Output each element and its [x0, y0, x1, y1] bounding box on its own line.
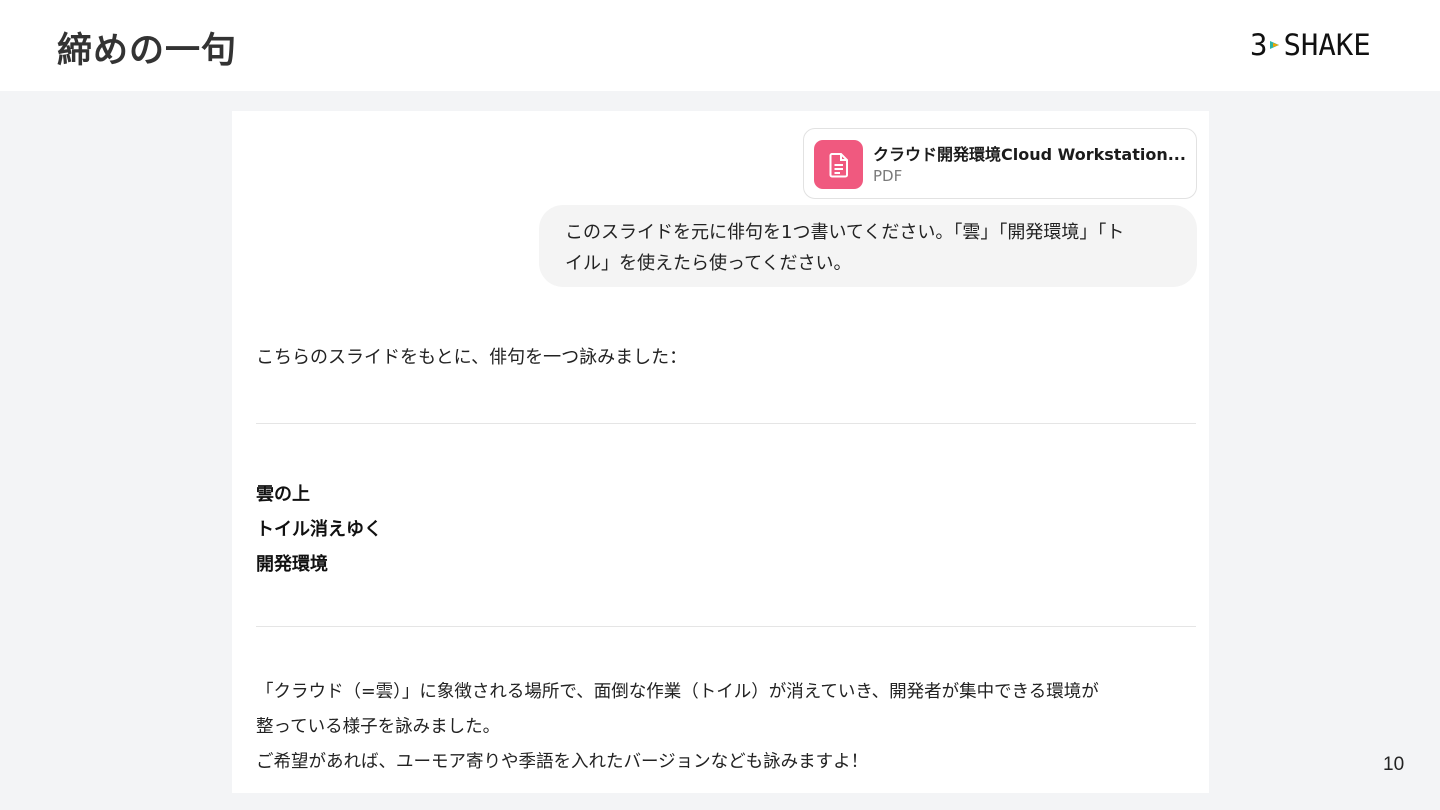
explanation-line: 整っている様子を詠みました。 [256, 717, 501, 737]
attachment-file-name: クラウド開発環境Cloud Workstation... [873, 145, 1186, 164]
assistant-intro: こちらのスライドをもとに、俳句を一つ詠みました： [256, 347, 688, 368]
slide-title: 締めの一句 [57, 31, 238, 71]
attachment-file-type: PDF [873, 167, 903, 185]
chat-screenshot: クラウド開発環境Cloud Workstation... PDF このスライドを… [232, 111, 1209, 793]
attachment-card[interactable]: クラウド開発環境Cloud Workstation... PDF [803, 128, 1197, 199]
haiku-line: トイル消えゆく [256, 519, 382, 540]
divider [256, 423, 1196, 424]
user-message-line: イル」を使えたら使ってください。 [565, 253, 852, 274]
explanation-line: 「クラウド（=雲）」に象徴される場所で、面倒な作業（トイル）が消えていき、開発者… [256, 682, 1099, 702]
user-message-bubble: このスライドを元に俳句を1つ書いてください。「雲」「開発環境」「ト イル」を使え… [539, 205, 1197, 287]
logo-text-left: 3 [1250, 28, 1268, 62]
logo-text-right: SHAKE [1283, 28, 1371, 62]
slide-header: 締めの一句 3 SHAKE [0, 0, 1440, 91]
haiku-line: 雲の上 [256, 484, 310, 505]
explanation-line: ご希望があれば、ユーモア寄りや季語を入れたバージョンなども詠みますよ！ [256, 752, 869, 772]
document-icon [814, 140, 863, 189]
haiku-line: 開発環境 [256, 554, 328, 575]
user-message-line: このスライドを元に俳句を1つ書いてください。「雲」「開発環境」「ト [565, 222, 1125, 243]
divider [256, 626, 1196, 627]
assistant-explanation: 「クラウド（=雲）」に象徴される場所で、面倒な作業（トイル）が消えていき、開発者… [256, 675, 1206, 780]
haiku: 雲の上 トイル消えゆく 開発環境 [256, 477, 382, 582]
logo-mark-icon [1270, 41, 1280, 49]
page-number: 10 [1383, 754, 1405, 775]
3shake-logo: 3 SHAKE [1250, 28, 1371, 62]
